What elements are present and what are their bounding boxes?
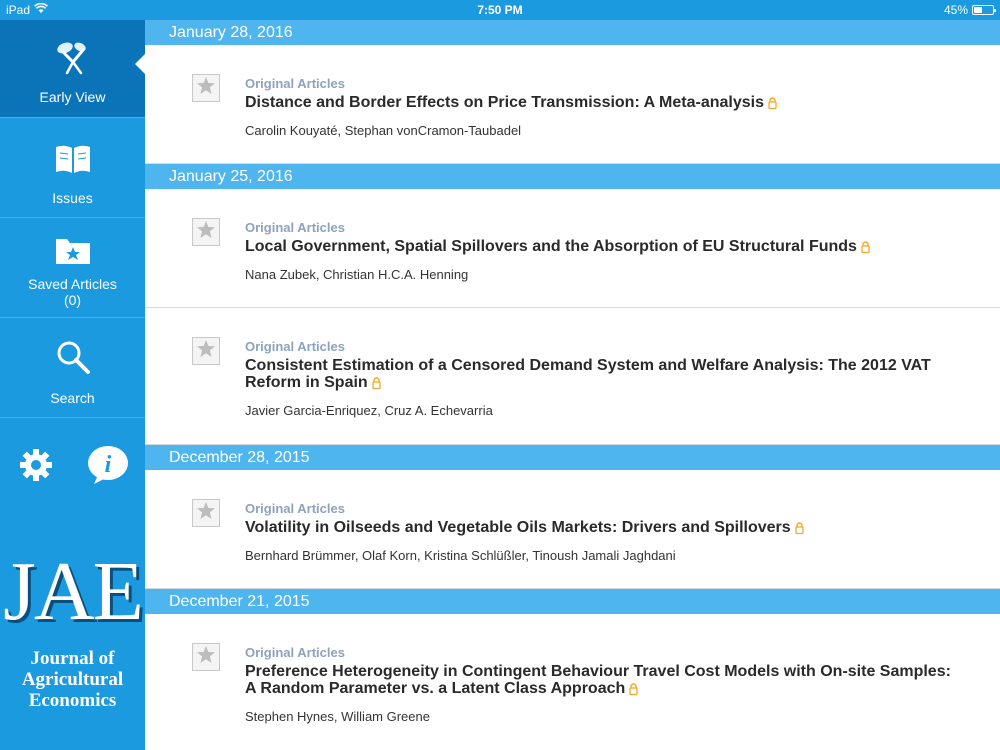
article-row[interactable]: Original Articles Local Government, Spat… (145, 189, 1000, 308)
article-section: Original Articles (245, 220, 345, 235)
article-title[interactable]: Consistent Estimation of a Censored Dema… (245, 357, 960, 393)
sidebar-item-label: Saved Articles (28, 276, 117, 292)
article-title[interactable]: Local Government, Spatial Spillovers and… (245, 238, 960, 257)
gear-icon[interactable] (19, 448, 53, 487)
status-bar: iPad 7:50 PM 45% (0, 0, 1000, 20)
battery-icon (972, 5, 996, 15)
sidebar-item-issues[interactable]: Issues (0, 119, 145, 218)
save-star-button[interactable] (192, 643, 220, 671)
utility-icons: i (0, 445, 145, 485)
article-authors: Carolin Kouyaté, Stephan vonCramon-Tauba… (245, 123, 522, 138)
save-star-button[interactable] (192, 499, 220, 527)
sidebar-item-label: Search (50, 390, 95, 406)
article-title[interactable]: Distance and Border Effects on Price Tra… (245, 94, 960, 113)
logo-line: Economics (28, 690, 117, 711)
lock-icon (795, 521, 804, 538)
article-row[interactable]: Original Articles Volatility in Oilseeds… (145, 470, 1000, 589)
lock-icon (629, 682, 638, 699)
sidebar-item-label: Early View (39, 89, 106, 105)
sidebar-item-label: Issues (52, 190, 93, 206)
star-icon (196, 645, 216, 669)
star-icon (196, 501, 216, 525)
date-header: January 28, 2016 (145, 20, 1000, 45)
early-view-icon (0, 38, 145, 83)
date-header: December 28, 2015 (145, 445, 1000, 470)
article-title[interactable]: Preference Heterogeneity in Contingent B… (245, 663, 960, 699)
sidebar-item-search[interactable]: Search (0, 319, 145, 418)
status-time: 7:50 PM (477, 3, 523, 17)
article-section: Original Articles (245, 339, 345, 354)
save-star-button[interactable] (192, 337, 220, 365)
article-section: Original Articles (245, 76, 345, 91)
save-star-button[interactable] (192, 218, 220, 246)
lock-icon (372, 376, 381, 393)
article-authors: Javier Garcia-Enriquez, Cruz A. Echevarr… (245, 403, 493, 418)
battery-percent: 45% (943, 3, 968, 17)
search-icon (0, 339, 145, 380)
article-authors: Stephen Hynes, William Greene (245, 709, 430, 724)
article-row[interactable]: Original Articles Preference Heterogenei… (145, 614, 1000, 750)
article-section: Original Articles (245, 501, 345, 516)
star-icon (196, 76, 216, 100)
article-title[interactable]: Volatility in Oilseeds and Vegetable Oil… (245, 519, 960, 538)
article-row[interactable]: Original Articles Consistent Estimation … (145, 308, 1000, 445)
saved-folder-icon (0, 235, 145, 270)
lock-icon (768, 96, 777, 113)
logo-initials: JAE (3, 545, 144, 638)
svg-text:i: i (105, 452, 112, 478)
save-star-button[interactable] (192, 74, 220, 102)
star-icon (196, 220, 216, 244)
sidebar-item-saved-articles[interactable]: Saved Articles (0) (0, 219, 145, 318)
article-section: Original Articles (245, 645, 345, 660)
journal-logo: JAE Journal of Agricultural Economics (0, 545, 145, 712)
sidebar: Early View Issues Saved Articles (0) Sea… (0, 20, 145, 750)
logo-line: Journal of (30, 648, 115, 669)
logo-line: Agricultural (21, 669, 124, 690)
article-feed[interactable]: January 28, 2016 Original Articles Dista… (145, 20, 1000, 750)
active-indicator (135, 54, 145, 74)
date-header: December 21, 2015 (145, 589, 1000, 614)
info-icon[interactable]: i (86, 445, 130, 490)
article-authors: Nana Zubek, Christian H.C.A. Henning (245, 267, 469, 282)
sidebar-item-early-view[interactable]: Early View (0, 20, 145, 118)
saved-count: (0) (63, 292, 82, 308)
lock-icon (861, 240, 870, 257)
book-icon (0, 143, 145, 180)
date-header: January 25, 2016 (145, 164, 1000, 189)
star-icon (196, 339, 216, 363)
article-row[interactable]: Original Articles Distance and Border Ef… (145, 45, 1000, 164)
article-authors: Bernhard Brümmer, Olaf Korn, Kristina Sc… (245, 548, 676, 563)
